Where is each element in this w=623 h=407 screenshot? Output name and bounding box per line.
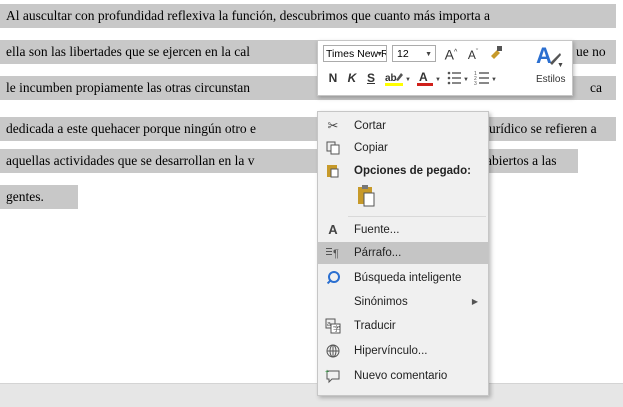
underline-button[interactable]: S — [364, 70, 378, 86]
paste-keep-text-only-button[interactable] — [354, 184, 380, 210]
context-menu: ✂ Cortar Copiar Opciones de pegado: A Fu… — [317, 111, 489, 396]
highlight-icon: ab ▼ — [385, 73, 411, 86]
styles-label: Estilos — [536, 74, 566, 85]
svg-text:A: A — [536, 43, 552, 68]
menu-item-label: Copiar — [354, 142, 388, 154]
clipboard-icon — [324, 160, 342, 186]
document-line-1[interactable]: Al auscultar con profundidad reflexiva l… — [6, 4, 490, 28]
highlight-color-button[interactable]: ab ▼ — [384, 69, 412, 91]
svg-text:¶: ¶ — [333, 248, 339, 260]
svg-text:▼: ▼ — [491, 77, 497, 83]
document-line-5[interactable]: aquellas actividades que se desarrollan … — [6, 149, 255, 173]
chevron-down-icon: ▼ — [425, 51, 432, 58]
menu-item-label: Sinónimos — [354, 296, 408, 308]
comment-icon: + — [324, 365, 342, 391]
svg-text:▼: ▼ — [463, 77, 469, 83]
svg-text:a: a — [327, 321, 331, 328]
svg-text:+: + — [325, 369, 329, 376]
document-fragment[interactable]: abiertos a las — [486, 149, 556, 173]
svg-text:3: 3 — [474, 81, 477, 87]
menu-item-font[interactable]: A Fuente... — [318, 219, 488, 241]
styles-icon: A ▼ — [536, 43, 564, 69]
svg-text:▼: ▼ — [435, 77, 441, 83]
menu-item-label: Fuente... — [354, 224, 400, 236]
menu-item-label: Cortar — [354, 120, 386, 132]
document-fragment[interactable]: ue no — [576, 40, 606, 64]
shrink-font-icon: A — [467, 48, 476, 62]
paragraph-icon: ¶ — [324, 242, 342, 267]
numbering-icon: 1 2 3 ▼ — [474, 71, 497, 87]
menu-item-label: Búsqueda inteligente — [354, 272, 462, 284]
menu-item-hyperlink[interactable]: Hipervínculo... — [318, 340, 488, 362]
font-color-icon: A ▼ — [417, 70, 441, 86]
font-size-value: 12 — [397, 48, 409, 60]
bold-button[interactable]: N — [326, 70, 340, 86]
font-icon: A — [328, 222, 338, 237]
svg-text:▼: ▼ — [557, 62, 563, 69]
menu-item-label: Hipervínculo... — [354, 345, 428, 357]
menu-item-label: Traducir — [354, 320, 396, 332]
scissors-icon: ✂ — [327, 118, 339, 133]
svg-text:▼: ▼ — [405, 77, 411, 83]
menu-item-paragraph[interactable]: ¶ Párrafo... — [318, 242, 488, 264]
svg-text:ab: ab — [385, 73, 397, 84]
bullets-button[interactable]: ▼ — [446, 69, 470, 91]
menu-item-new-comment[interactable]: + Nuevo comentario — [318, 365, 488, 387]
mini-toolbar: Times New Rc ▼ 12 ▼ A^ Aˇ A ▼ N K S ab ▼… — [317, 40, 573, 96]
shrink-font-button[interactable]: Aˇ — [464, 45, 482, 63]
translate-icon: a字 — [324, 315, 342, 341]
document-line-6[interactable]: gentes. — [6, 185, 44, 209]
document-line-4[interactable]: dedicada a este quehacer porque ningún o… — [6, 117, 256, 141]
menu-item-smart-lookup[interactable]: Búsqueda inteligente — [318, 267, 488, 289]
chevron-right-icon: ▶ — [471, 297, 478, 306]
paste-options-header: Opciones de pegado: — [318, 160, 488, 182]
format-painter-icon — [491, 46, 502, 59]
document-fragment[interactable]: ca — [590, 76, 602, 100]
status-bar — [0, 383, 623, 407]
paste-icon — [358, 185, 375, 207]
menu-item-label: Nuevo comentario — [354, 370, 448, 382]
format-painter-button[interactable] — [486, 44, 506, 64]
grow-font-icon: A — [444, 46, 455, 63]
svg-text:A: A — [419, 70, 428, 84]
link-icon — [324, 340, 342, 366]
styles-button[interactable]: A ▼ — [530, 43, 566, 71]
menu-item-synonyms[interactable]: Sinónimos ▶ — [318, 291, 488, 313]
document-fragment[interactable]: urídico se refieren a — [489, 117, 597, 141]
copy-icon — [324, 137, 342, 162]
bullets-icon: ▼ — [447, 71, 469, 85]
svg-text:字: 字 — [333, 324, 340, 333]
grow-font-button[interactable]: A^ — [442, 45, 460, 63]
font-name-box[interactable]: Times New Rc ▼ — [323, 45, 387, 62]
font-size-box[interactable]: 12 ▼ — [392, 45, 436, 62]
chevron-down-icon: ▼ — [376, 51, 383, 58]
document-line-3[interactable]: le incumben propiamente las otras circun… — [6, 76, 250, 100]
menu-item-copy[interactable]: Copiar — [318, 137, 488, 159]
document-line-2[interactable]: ella son las libertades que se ejercen e… — [6, 40, 250, 64]
menu-item-label: Opciones de pegado: — [354, 165, 471, 177]
menu-item-label: Párrafo... — [354, 247, 402, 259]
font-color-button[interactable]: A ▼ — [416, 69, 442, 91]
menu-item-translate[interactable]: a字 Traducir — [318, 315, 488, 337]
italic-button[interactable]: K — [345, 70, 359, 86]
search-icon — [324, 267, 342, 293]
numbering-button[interactable]: 1 2 3 ▼ — [474, 69, 498, 91]
menu-item-cut[interactable]: ✂ Cortar — [318, 115, 488, 137]
